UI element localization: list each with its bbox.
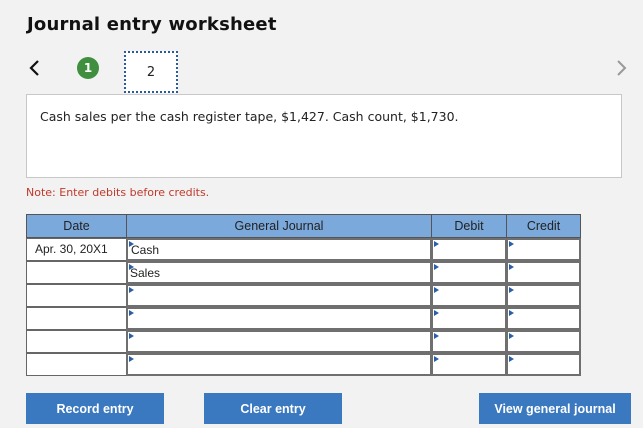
credit-cell-row-4[interactable] [506,307,581,330]
date-cell-row-4 [26,307,127,330]
dropdown-triangle-icon [434,241,439,247]
date-cell-row-3 [26,284,127,307]
dropdown-triangle-icon [509,264,514,270]
credit-cell-row-1[interactable] [506,238,581,261]
page-title: Journal entry worksheet [27,14,277,35]
question-text: Cash sales per the cash register tape, $… [40,109,459,124]
dropdown-triangle-icon [129,333,134,339]
chevron-right-icon[interactable] [613,56,629,80]
debit-cell-row-3[interactable] [431,284,507,307]
account-text: Cash [131,243,160,257]
date-text: Apr. 30, 20X1 [35,242,108,256]
credit-cell-row-6[interactable] [506,353,581,376]
dropdown-triangle-icon [434,356,439,362]
dropdown-triangle-icon [434,310,439,316]
credit-cell-row-2[interactable] [506,261,581,284]
date-cell-row-1: Apr. 30, 20X1 [26,238,127,261]
account-cell-row-3[interactable] [126,284,432,307]
column-header-debit: Debit [431,214,507,238]
dropdown-triangle-icon [434,287,439,293]
dropdown-triangle-icon [509,356,514,362]
debit-cell-row-2[interactable] [431,261,507,284]
dropdown-triangle-icon [509,310,514,316]
account-text: Sales [130,266,161,280]
dropdown-triangle-icon [509,333,514,339]
date-cell-row-5 [26,330,127,353]
account-cell-row-5[interactable] [126,330,432,353]
dropdown-triangle-icon [509,287,514,293]
dropdown-triangle-icon [129,356,134,362]
clear-entry-button[interactable]: Clear entry [204,393,342,424]
instruction-note: Note: Enter debits before credits. [26,186,210,199]
account-cell-row-6[interactable] [126,353,432,376]
credit-cell-row-3[interactable] [506,284,581,307]
view-general-journal-button[interactable]: View general journal [479,393,631,424]
debit-cell-row-6[interactable] [431,353,507,376]
date-cell-row-6 [26,353,127,376]
record-entry-button[interactable]: Record entry [26,393,164,424]
question-panel: Cash sales per the cash register tape, $… [26,94,622,178]
step-2-button[interactable]: 2 [124,51,178,93]
account-cell-row-4[interactable] [126,307,432,330]
account-cell-row-1[interactable]: Cash [126,238,432,261]
dropdown-triangle-icon [129,287,134,293]
chevron-left-icon[interactable] [27,56,43,80]
dropdown-triangle-icon [434,333,439,339]
credit-cell-row-5[interactable] [506,330,581,353]
dropdown-triangle-icon [129,310,134,316]
dropdown-triangle-icon [434,264,439,270]
column-header-general-journal: General Journal [126,214,432,238]
column-header-date: Date [26,214,127,238]
debit-cell-row-1[interactable] [431,238,507,261]
date-cell-row-2 [26,261,127,284]
debit-cell-row-4[interactable] [431,307,507,330]
column-header-credit: Credit [506,214,581,238]
account-cell-row-2[interactable]: Sales [126,261,432,284]
dropdown-triangle-icon [509,241,514,247]
debit-cell-row-5[interactable] [431,330,507,353]
step-1-button[interactable]: 1 [77,57,99,79]
